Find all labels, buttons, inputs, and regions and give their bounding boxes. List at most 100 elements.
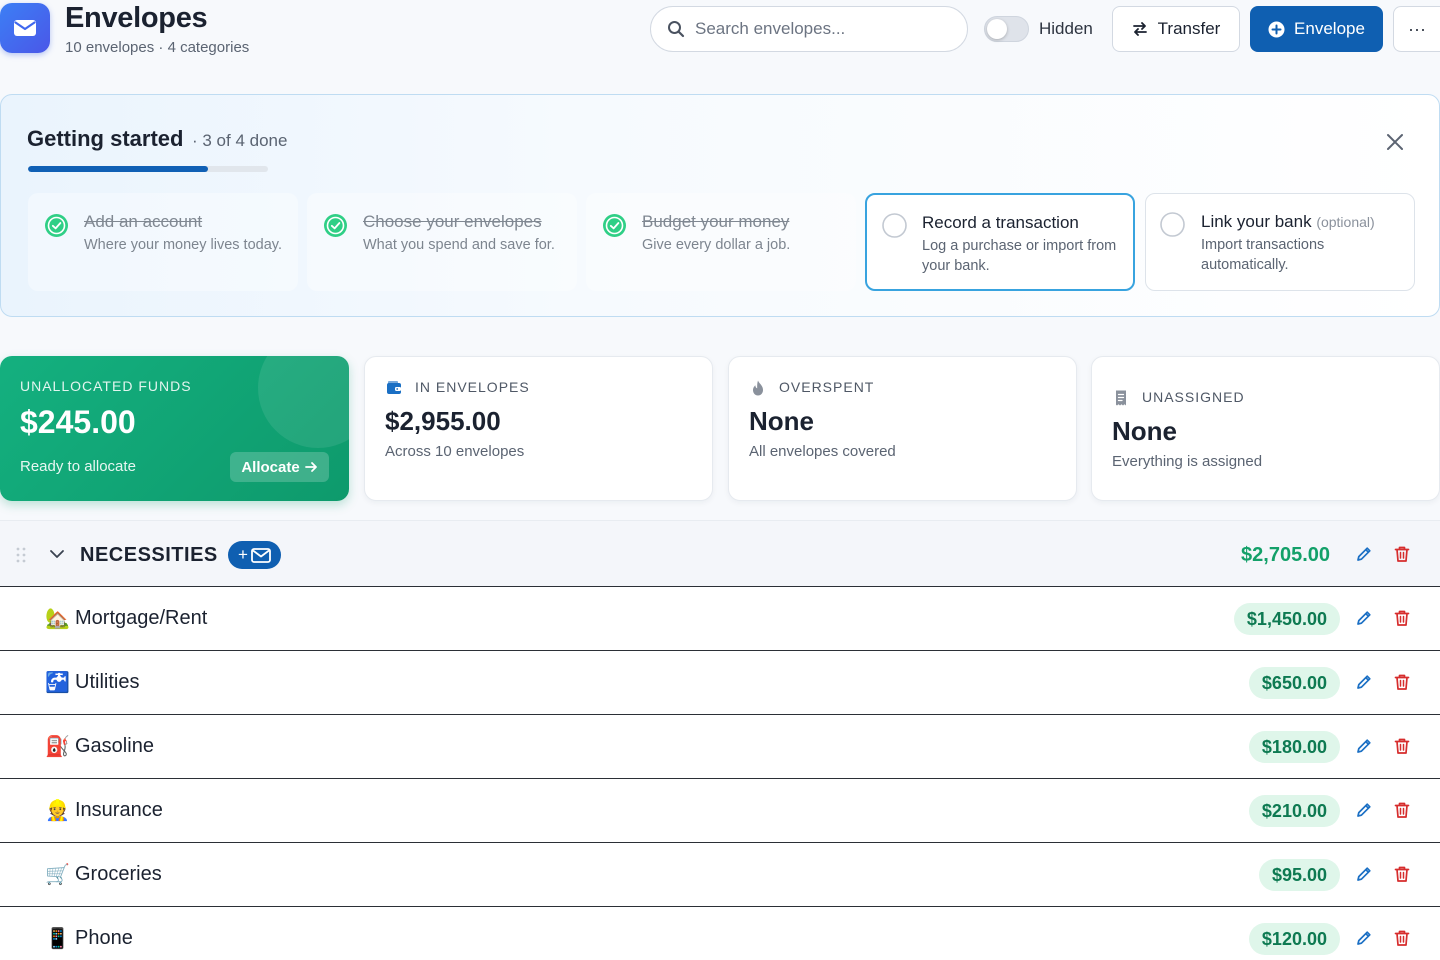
step-budget-money[interactable]: Budget your money Give every dollar a jo… bbox=[586, 193, 856, 291]
envelope-name: Gasoline bbox=[75, 735, 154, 757]
close-getting-started-button[interactable] bbox=[1384, 131, 1406, 153]
mobile-phone-icon: 📱 bbox=[45, 926, 70, 950]
card-subtitle: All envelopes covered bbox=[749, 443, 896, 460]
flame-icon bbox=[753, 380, 763, 396]
edit-envelope-button[interactable] bbox=[1354, 736, 1374, 756]
page-subtitle: 10 envelopes · 4 categories bbox=[65, 39, 250, 56]
decorative-circle bbox=[258, 356, 349, 448]
card-subtitle: Ready to allocate bbox=[20, 458, 136, 475]
envelope-amount: $210.00 bbox=[1248, 795, 1340, 827]
fuel-pump-icon: ⛽ bbox=[45, 734, 70, 758]
transfer-button-label: Transfer bbox=[1157, 19, 1221, 38]
trash-icon bbox=[1394, 802, 1410, 818]
close-icon bbox=[1387, 134, 1403, 150]
delete-category-button[interactable] bbox=[1392, 544, 1412, 564]
in-envelopes-card: IN ENVELOPES $2,955.00 Across 10 envelop… bbox=[364, 356, 713, 501]
step-title: Add an account bbox=[84, 212, 203, 231]
envelope-row[interactable]: 🚰 Utilities $650.00 bbox=[0, 650, 1440, 714]
card-label: IN ENVELOPES bbox=[415, 379, 530, 395]
plus-circle-icon bbox=[1268, 21, 1285, 37]
pencil-icon bbox=[1357, 867, 1371, 881]
add-envelope-button-label: Envelope bbox=[1294, 19, 1365, 38]
pencil-icon bbox=[1357, 739, 1371, 753]
faucet-icon: 🚰 bbox=[45, 670, 70, 694]
step-title: Record a transaction bbox=[922, 213, 1079, 232]
envelope-row[interactable]: 👷 Insurance $210.00 bbox=[0, 778, 1440, 842]
unallocated-amount: $245.00 bbox=[20, 404, 136, 440]
hidden-toggle-label: Hidden bbox=[1039, 19, 1093, 38]
unassigned-value: None bbox=[1112, 416, 1177, 446]
edit-category-button[interactable] bbox=[1354, 544, 1374, 564]
edit-envelope-button[interactable] bbox=[1354, 608, 1374, 628]
getting-started-progress-text: · 3 of 4 done bbox=[192, 131, 288, 150]
empty-circle-icon bbox=[882, 213, 907, 238]
toggle-knob bbox=[987, 19, 1007, 39]
overspent-value: None bbox=[749, 406, 814, 436]
delete-envelope-button[interactable] bbox=[1392, 736, 1412, 756]
edit-envelope-button[interactable] bbox=[1354, 864, 1374, 884]
drag-handle-icon[interactable] bbox=[16, 547, 26, 563]
envelope-name: Mortgage/Rent bbox=[75, 607, 208, 629]
envelope-amount: $120.00 bbox=[1248, 923, 1340, 955]
pencil-icon bbox=[1357, 547, 1371, 561]
envelope-name: Insurance bbox=[75, 799, 163, 821]
envelope-row[interactable]: 🛒 Groceries $95.00 bbox=[0, 842, 1440, 906]
allocate-button-label: Allocate bbox=[241, 458, 300, 476]
more-options-button[interactable]: ··· bbox=[1393, 6, 1440, 52]
step-title-text: Link your bank bbox=[1201, 212, 1312, 231]
envelope-row[interactable]: 🏡 Mortgage/Rent $1,450.00 bbox=[0, 586, 1440, 650]
step-description: What you spend and save for. bbox=[363, 237, 555, 253]
card-label: UNASSIGNED bbox=[1142, 389, 1245, 405]
house-icon: 🏡 bbox=[45, 606, 70, 630]
mail-icon bbox=[14, 20, 36, 36]
delete-envelope-button[interactable] bbox=[1392, 608, 1412, 628]
trash-icon bbox=[1394, 674, 1410, 690]
envelope-amount: $180.00 bbox=[1248, 731, 1340, 763]
getting-started-progress-bar bbox=[28, 166, 268, 172]
delete-envelope-button[interactable] bbox=[1392, 928, 1412, 948]
envelope-amount: $650.00 bbox=[1248, 667, 1340, 699]
envelope-icon bbox=[251, 547, 271, 563]
hidden-toggle[interactable] bbox=[984, 16, 1029, 42]
allocate-button[interactable]: Allocate bbox=[230, 452, 329, 482]
add-envelope-button[interactable]: Envelope bbox=[1250, 6, 1383, 52]
trash-icon bbox=[1394, 610, 1410, 626]
envelope-row[interactable]: 📱 Phone $120.00 bbox=[0, 906, 1440, 960]
transfer-button[interactable]: Transfer bbox=[1112, 6, 1240, 52]
getting-started-title: Getting started bbox=[27, 126, 184, 151]
progress-bar-fill bbox=[28, 166, 208, 172]
pencil-icon bbox=[1357, 931, 1371, 945]
app-logo bbox=[0, 3, 50, 53]
overspent-card: OVERSPENT None All envelopes covered bbox=[728, 356, 1077, 501]
arrow-right-icon bbox=[304, 462, 317, 472]
edit-envelope-button[interactable] bbox=[1354, 800, 1374, 820]
more-icon: ··· bbox=[1408, 18, 1426, 39]
envelope-name: Utilities bbox=[75, 671, 140, 693]
shopping-cart-icon: 🛒 bbox=[45, 862, 70, 886]
step-record-transaction[interactable]: Record a transaction Log a purchase or i… bbox=[865, 193, 1135, 291]
delete-envelope-button[interactable] bbox=[1392, 800, 1412, 820]
plus-label: + bbox=[238, 545, 248, 564]
envelope-row[interactable]: ⛽ Gasoline $180.00 bbox=[0, 714, 1440, 778]
add-envelope-to-category-button[interactable]: + bbox=[228, 541, 281, 569]
category-name: NECESSITIES bbox=[80, 544, 218, 566]
edit-envelope-button[interactable] bbox=[1354, 928, 1374, 948]
pencil-icon bbox=[1357, 675, 1371, 689]
trash-icon bbox=[1394, 546, 1410, 562]
category-header-necessities[interactable]: NECESSITIES + $2,705.00 bbox=[0, 520, 1440, 586]
step-link-bank[interactable]: Link your bank (optional) Import transac… bbox=[1145, 193, 1415, 291]
chevron-down-icon[interactable] bbox=[49, 546, 65, 562]
check-circle-icon bbox=[603, 214, 626, 237]
step-add-account[interactable]: Add an account Where your money lives to… bbox=[28, 193, 298, 291]
check-circle-icon bbox=[324, 214, 347, 237]
delete-envelope-button[interactable] bbox=[1392, 672, 1412, 692]
search-box[interactable] bbox=[650, 6, 968, 52]
search-input[interactable] bbox=[695, 19, 945, 39]
envelope-name: Groceries bbox=[75, 863, 162, 885]
edit-envelope-button[interactable] bbox=[1354, 672, 1374, 692]
step-choose-envelopes[interactable]: Choose your envelopes What you spend and… bbox=[307, 193, 577, 291]
page-title: Envelopes bbox=[65, 2, 208, 34]
getting-started-panel: Getting started · 3 of 4 done Add an acc… bbox=[0, 94, 1440, 317]
empty-circle-icon bbox=[1160, 212, 1185, 237]
delete-envelope-button[interactable] bbox=[1392, 864, 1412, 884]
